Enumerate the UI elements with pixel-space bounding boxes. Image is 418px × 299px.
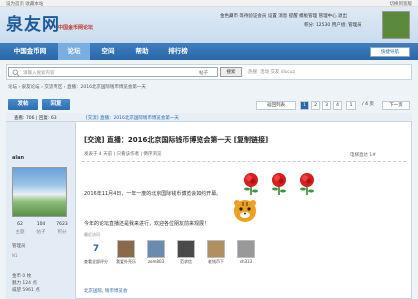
quick-nav-button[interactable]: 快捷导航 [370, 47, 410, 57]
top-bar: 设为首页 收藏本站 切换到宽版 [0, 0, 418, 7]
visitor-item[interactable]: 范求信 [174, 240, 198, 265]
visitor-count-item[interactable]: 7 查看全部评分 [84, 240, 108, 265]
stat-posts[interactable]: 104 [31, 222, 51, 227]
visitor-item[interactable]: 我爱外壳乐 [114, 240, 138, 265]
next-page-button[interactable]: 下一页 [382, 101, 410, 110]
search-scope-select[interactable]: 帖子 [199, 70, 208, 76]
visitor-avatar [147, 240, 165, 258]
page-1-button[interactable]: 1 [300, 101, 309, 110]
author-info-charm: 魅力 124 点 [12, 281, 37, 286]
main-nav: 中国金币网 论坛 空间 帮助 排行榜 [0, 43, 418, 60]
visitor-name: 范求信 [180, 259, 192, 264]
reply-button[interactable]: 回复 [42, 99, 70, 110]
page-jump-input[interactable]: 1 [346, 101, 356, 110]
user-links[interactable]: 金色藏币 等待验证会员 设置 消息 提醒 模板管理 管理中心 退出 [220, 13, 347, 19]
post-paragraph-2: 今年的论坛直播还是我来进行，欢迎各位朋友前来观展！ [84, 221, 210, 227]
post-title: [交流] 直播：2016北京国际钱币博览会第一天 [复制链接] [84, 136, 269, 144]
rose-icon [244, 173, 258, 195]
nav-item-forum[interactable]: 论坛 [58, 43, 90, 60]
post-stat-bar: 查看: 706 | 回复: 63 [交流] 直播：2016北京国际钱币博览会第一… [6, 113, 412, 122]
author-name[interactable]: alan [12, 155, 24, 161]
page-total: / 4 页 [362, 102, 374, 107]
page-3-button[interactable]: 3 [322, 101, 331, 110]
back-to-list-button[interactable]: 返回列表 [256, 101, 296, 110]
stat-points-label: 积分 [57, 230, 67, 235]
search-icon [12, 69, 20, 77]
stat-threads[interactable]: 62 [10, 222, 30, 227]
search-placeholder: 请输入搜索内容 [23, 71, 55, 76]
visitor-avatar [117, 240, 135, 258]
divider [82, 161, 406, 162]
visitors-title: 最近访问 [84, 232, 100, 237]
nav-item-space[interactable]: 空间 [92, 43, 124, 60]
floor-jump[interactable]: 电梯直达 1# [350, 152, 376, 158]
new-post-button[interactable]: 发帖 [8, 99, 38, 110]
author-avatar[interactable] [12, 167, 67, 217]
visitor-item[interactable]: zem803 [144, 240, 168, 264]
author-info-coins: 金币 0 枚 [12, 274, 32, 279]
page-4-button[interactable]: 4 [333, 101, 342, 110]
tiger-emoticon-icon [234, 200, 256, 222]
visitor-item[interactable]: sh333 [234, 240, 258, 264]
page-2-button[interactable]: 2 [311, 101, 320, 110]
visitor-count: 7 [92, 244, 100, 254]
post-meta[interactable]: 发表于 4 天前 | 只看该作者 | 倒序浏览 [84, 151, 161, 157]
search-button[interactable]: 搜索 [220, 67, 242, 77]
rose-icon [300, 173, 314, 195]
breadcrumb[interactable]: 论坛 › 泉友论坛 › 交流专区 › 直播：2016北京国际钱币博览会第一天 [8, 84, 146, 90]
post-tags[interactable]: 北京国际, 钱币博览会 [84, 288, 127, 294]
visitor-name: 老钱币下 [208, 259, 224, 264]
visitor-avatar [177, 240, 195, 258]
visitor-avatar [237, 240, 255, 258]
stat-posts-label: 帖子 [36, 230, 46, 235]
visitor-name: zem803 [147, 259, 165, 264]
visitor-name: 查看全部评分 [84, 259, 108, 264]
visitor-item[interactable]: 老钱币下 [204, 240, 228, 265]
visitor-avatar [207, 240, 225, 258]
rose-icon [272, 173, 286, 195]
post-paragraph-1: 2016年11月4日，一年一度的北京国际钱币博览会如约开幕。 [84, 191, 222, 197]
user-avatar[interactable] [382, 11, 410, 39]
visitor-name: 我爱外壳乐 [116, 259, 136, 264]
visitor-name: sh333 [239, 259, 253, 264]
author-info: 金币 0 枚 魅力 124 点 威望 5961 点 [12, 273, 40, 294]
nav-item-home[interactable]: 中国金币网 [6, 43, 54, 60]
nav-item-ranking[interactable]: 排行榜 [160, 43, 196, 60]
author-group[interactable]: 管理员 [12, 243, 26, 249]
author-level: N1 [12, 253, 18, 258]
nav-item-help[interactable]: 帮助 [126, 43, 158, 60]
search-input[interactable]: 请输入搜索内容 帖子 [8, 67, 218, 77]
site-slogan: 中国金币网论坛 [58, 25, 94, 31]
stat-threads-label: 主题 [15, 230, 25, 235]
hot-searches[interactable]: 热搜: 活动 交友 discuz [248, 69, 295, 75]
site-logo[interactable]: 泉友网 [6, 10, 60, 35]
stat-points[interactable]: 7623 [52, 222, 72, 227]
view-reply-count: 查看: 706 | 回复: 63 [14, 116, 57, 121]
thread-title-link[interactable]: [交流] 直播：2016北京国际钱币博览会第一天 [86, 115, 179, 121]
author-info-prestige: 威望 5961 点 [12, 288, 40, 293]
user-points: 积分: 12530 用户组: 管理员 [304, 23, 362, 28]
